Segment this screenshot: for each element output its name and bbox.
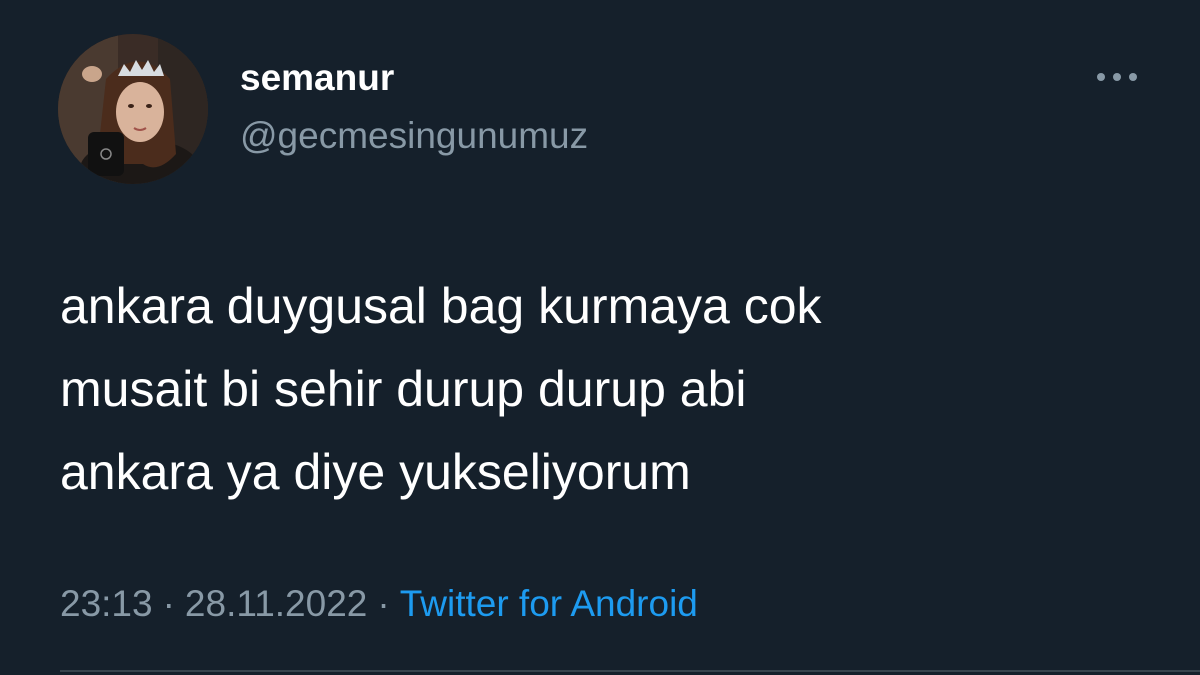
more-horizontal-icon [1097, 73, 1137, 81]
tweet-date[interactable]: 28.11.2022 [185, 583, 367, 624]
meta-separator: · [162, 583, 175, 624]
tweet-card: semanur @gecmesingunumuz ankara duygusal… [0, 0, 1200, 675]
tweet-meta: 23:13 · 28.11.2022 · Twitter for Android [60, 582, 698, 626]
meta-separator: · [377, 583, 390, 624]
tweet-source-link[interactable]: Twitter for Android [400, 583, 698, 624]
tweet-text: ankara duygusal bag kurmaya cok musait b… [60, 265, 1140, 514]
author-display-name[interactable]: semanur [240, 57, 394, 99]
tweet-text-line: ankara ya diye yukseliyorum [60, 444, 691, 500]
tweet-text-line: musait bi sehir durup durup abi [60, 361, 747, 417]
profile-photo-icon [58, 34, 208, 184]
author-handle[interactable]: @gecmesingunumuz [240, 115, 588, 157]
avatar[interactable] [58, 34, 208, 184]
more-options-button[interactable] [1092, 62, 1142, 92]
divider [60, 670, 1200, 672]
tweet-text-line: ankara duygusal bag kurmaya cok [60, 278, 822, 334]
tweet-time[interactable]: 23:13 [60, 583, 153, 624]
